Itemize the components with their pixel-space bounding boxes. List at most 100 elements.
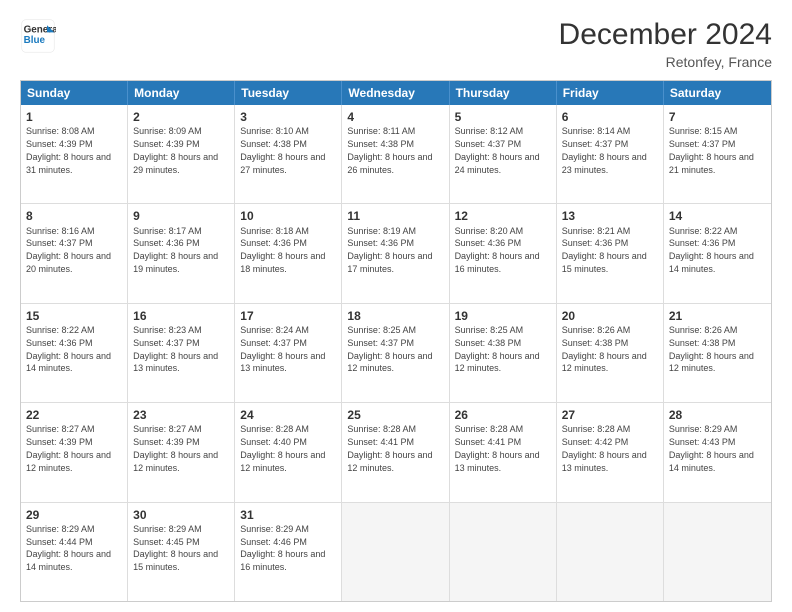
calendar: Sunday Monday Tuesday Wednesday Thursday…	[20, 80, 772, 602]
calendar-cell: 3 Sunrise: 8:10 AM Sunset: 4:38 PM Dayli…	[235, 105, 342, 203]
sunrise-info: Sunrise: 8:28 AM	[562, 424, 631, 434]
day-number: 25	[347, 407, 443, 423]
sunset-info: Sunset: 4:36 PM	[562, 238, 629, 248]
header-monday: Monday	[128, 81, 235, 105]
day-number: 30	[133, 507, 229, 523]
day-number: 27	[562, 407, 658, 423]
calendar-week-4: 22 Sunrise: 8:27 AM Sunset: 4:39 PM Dayl…	[21, 402, 771, 501]
sunrise-info: Sunrise: 8:28 AM	[455, 424, 524, 434]
calendar-cell: 30 Sunrise: 8:29 AM Sunset: 4:45 PM Dayl…	[128, 503, 235, 601]
day-number: 13	[562, 208, 658, 224]
calendar-cell: 14 Sunrise: 8:22 AM Sunset: 4:36 PM Dayl…	[664, 204, 771, 302]
header-sunday: Sunday	[21, 81, 128, 105]
daylight-info: Daylight: 8 hours and 12 minutes.	[347, 450, 432, 473]
sunset-info: Sunset: 4:37 PM	[347, 338, 414, 348]
day-number: 10	[240, 208, 336, 224]
day-number: 3	[240, 109, 336, 125]
day-number: 26	[455, 407, 551, 423]
calendar-cell: 28 Sunrise: 8:29 AM Sunset: 4:43 PM Dayl…	[664, 403, 771, 501]
sunrise-info: Sunrise: 8:19 AM	[347, 226, 416, 236]
calendar-cell: 13 Sunrise: 8:21 AM Sunset: 4:36 PM Dayl…	[557, 204, 664, 302]
daylight-info: Daylight: 8 hours and 14 minutes.	[26, 351, 111, 374]
sunrise-info: Sunrise: 8:17 AM	[133, 226, 202, 236]
sunrise-info: Sunrise: 8:22 AM	[669, 226, 738, 236]
daylight-info: Daylight: 8 hours and 21 minutes.	[669, 152, 754, 175]
sunset-info: Sunset: 4:36 PM	[669, 238, 736, 248]
calendar-cell: 27 Sunrise: 8:28 AM Sunset: 4:42 PM Dayl…	[557, 403, 664, 501]
day-number: 18	[347, 308, 443, 324]
sunrise-info: Sunrise: 8:11 AM	[347, 126, 415, 136]
sunrise-info: Sunrise: 8:29 AM	[669, 424, 738, 434]
day-number: 24	[240, 407, 336, 423]
calendar-week-5: 29 Sunrise: 8:29 AM Sunset: 4:44 PM Dayl…	[21, 502, 771, 601]
logo: General Blue	[20, 18, 56, 54]
sunrise-info: Sunrise: 8:22 AM	[26, 325, 95, 335]
daylight-info: Daylight: 8 hours and 12 minutes.	[669, 351, 754, 374]
calendar-cell: 19 Sunrise: 8:25 AM Sunset: 4:38 PM Dayl…	[450, 304, 557, 402]
sunrise-info: Sunrise: 8:25 AM	[347, 325, 416, 335]
header-thursday: Thursday	[450, 81, 557, 105]
calendar-cell: 21 Sunrise: 8:26 AM Sunset: 4:38 PM Dayl…	[664, 304, 771, 402]
sunset-info: Sunset: 4:36 PM	[347, 238, 414, 248]
sunset-info: Sunset: 4:46 PM	[240, 537, 307, 547]
sunset-info: Sunset: 4:38 PM	[562, 338, 629, 348]
calendar-cell: 23 Sunrise: 8:27 AM Sunset: 4:39 PM Dayl…	[128, 403, 235, 501]
calendar-cell: 29 Sunrise: 8:29 AM Sunset: 4:44 PM Dayl…	[21, 503, 128, 601]
day-number: 5	[455, 109, 551, 125]
title-block: December 2024 Retonfey, France	[559, 18, 772, 70]
sunrise-info: Sunrise: 8:29 AM	[133, 524, 202, 534]
daylight-info: Daylight: 8 hours and 14 minutes.	[669, 450, 754, 473]
daylight-info: Daylight: 8 hours and 13 minutes.	[240, 351, 325, 374]
sunset-info: Sunset: 4:36 PM	[455, 238, 522, 248]
day-number: 14	[669, 208, 766, 224]
logo-icon: General Blue	[20, 18, 56, 54]
daylight-info: Daylight: 8 hours and 23 minutes.	[562, 152, 647, 175]
daylight-info: Daylight: 8 hours and 12 minutes.	[455, 351, 540, 374]
sunset-info: Sunset: 4:36 PM	[240, 238, 307, 248]
calendar-week-3: 15 Sunrise: 8:22 AM Sunset: 4:36 PM Dayl…	[21, 303, 771, 402]
day-number: 6	[562, 109, 658, 125]
day-number: 16	[133, 308, 229, 324]
calendar-cell: 26 Sunrise: 8:28 AM Sunset: 4:41 PM Dayl…	[450, 403, 557, 501]
day-number: 12	[455, 208, 551, 224]
calendar-cell: 25 Sunrise: 8:28 AM Sunset: 4:41 PM Dayl…	[342, 403, 449, 501]
daylight-info: Daylight: 8 hours and 20 minutes.	[26, 251, 111, 274]
sunset-info: Sunset: 4:36 PM	[133, 238, 200, 248]
day-number: 28	[669, 407, 766, 423]
calendar-cell: 5 Sunrise: 8:12 AM Sunset: 4:37 PM Dayli…	[450, 105, 557, 203]
sunset-info: Sunset: 4:37 PM	[26, 238, 93, 248]
calendar-cell: 9 Sunrise: 8:17 AM Sunset: 4:36 PM Dayli…	[128, 204, 235, 302]
calendar-cell: 20 Sunrise: 8:26 AM Sunset: 4:38 PM Dayl…	[557, 304, 664, 402]
calendar-cell: 24 Sunrise: 8:28 AM Sunset: 4:40 PM Dayl…	[235, 403, 342, 501]
calendar-cell	[557, 503, 664, 601]
calendar-cell: 16 Sunrise: 8:23 AM Sunset: 4:37 PM Dayl…	[128, 304, 235, 402]
sunset-info: Sunset: 4:39 PM	[133, 437, 200, 447]
sunset-info: Sunset: 4:38 PM	[347, 139, 414, 149]
day-number: 8	[26, 208, 122, 224]
sunset-info: Sunset: 4:45 PM	[133, 537, 200, 547]
day-number: 17	[240, 308, 336, 324]
daylight-info: Daylight: 8 hours and 13 minutes.	[133, 351, 218, 374]
calendar-cell: 18 Sunrise: 8:25 AM Sunset: 4:37 PM Dayl…	[342, 304, 449, 402]
daylight-info: Daylight: 8 hours and 17 minutes.	[347, 251, 432, 274]
sunrise-info: Sunrise: 8:27 AM	[133, 424, 202, 434]
sunrise-info: Sunrise: 8:25 AM	[455, 325, 524, 335]
daylight-info: Daylight: 8 hours and 12 minutes.	[26, 450, 111, 473]
sunset-info: Sunset: 4:39 PM	[26, 437, 93, 447]
sunset-info: Sunset: 4:44 PM	[26, 537, 93, 547]
sunset-info: Sunset: 4:36 PM	[26, 338, 93, 348]
day-number: 22	[26, 407, 122, 423]
calendar-cell	[342, 503, 449, 601]
calendar-cell: 8 Sunrise: 8:16 AM Sunset: 4:37 PM Dayli…	[21, 204, 128, 302]
sunrise-info: Sunrise: 8:10 AM	[240, 126, 309, 136]
daylight-info: Daylight: 8 hours and 16 minutes.	[240, 549, 325, 572]
daylight-info: Daylight: 8 hours and 27 minutes.	[240, 152, 325, 175]
sunrise-info: Sunrise: 8:12 AM	[455, 126, 524, 136]
day-number: 15	[26, 308, 122, 324]
day-number: 7	[669, 109, 766, 125]
daylight-info: Daylight: 8 hours and 18 minutes.	[240, 251, 325, 274]
calendar-cell: 12 Sunrise: 8:20 AM Sunset: 4:36 PM Dayl…	[450, 204, 557, 302]
calendar-week-1: 1 Sunrise: 8:08 AM Sunset: 4:39 PM Dayli…	[21, 105, 771, 203]
sunrise-info: Sunrise: 8:16 AM	[26, 226, 95, 236]
sunset-info: Sunset: 4:38 PM	[240, 139, 307, 149]
